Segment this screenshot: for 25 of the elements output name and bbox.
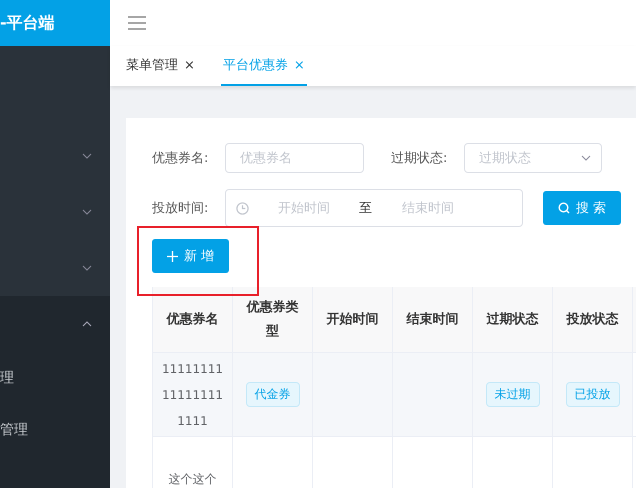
status-tag: 代金券: [246, 382, 300, 407]
tab[interactable]: 菜单管理 ×: [124, 46, 197, 86]
column-header: 优惠券类型: [233, 287, 313, 353]
sidebar-item[interactable]: 管理: [0, 421, 28, 439]
field-label: 优惠券名:: [152, 150, 210, 167]
field-label: 投放时间:: [152, 200, 210, 217]
close-icon[interactable]: ×: [184, 58, 195, 72]
field-label: 过期状态:: [391, 150, 448, 167]
plus-icon: [167, 250, 178, 262]
column-header: 优惠券名: [153, 287, 233, 353]
menu-icon[interactable]: [128, 16, 146, 30]
column-header: 结束时间: [393, 287, 473, 353]
status-tag: 已投放: [566, 382, 620, 407]
coupon-name-field[interactable]: 优惠券名: [225, 143, 364, 173]
column-header: 投放状态: [553, 287, 633, 353]
search-icon: [558, 202, 570, 214]
column-header: 过期状态: [473, 287, 553, 353]
app-title: -平台端: [0, 0, 110, 46]
status-tag: 未过期: [486, 382, 540, 407]
sidebar-item[interactable]: 理: [0, 369, 14, 387]
clock-icon: [236, 202, 249, 214]
column-header: 开始时间: [313, 287, 393, 353]
date-range-field[interactable]: 开始时间 至 结束时间: [225, 189, 523, 227]
table-cell: 11111111 11111111 1111: [153, 353, 233, 437]
chevron-down-icon: [581, 155, 591, 161]
